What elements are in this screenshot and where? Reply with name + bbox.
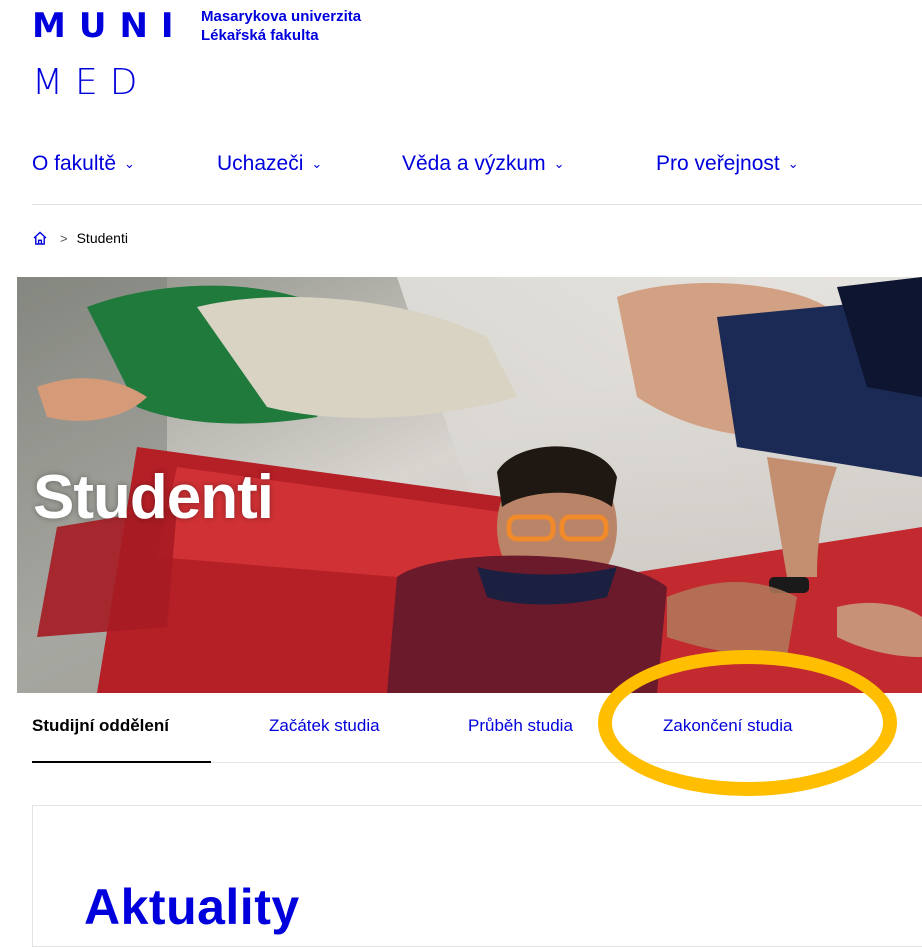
news-card: Aktuality: [32, 805, 922, 947]
logo-muni-wordmark: MUNI: [32, 6, 187, 46]
nav-item-o-fakulte[interactable]: O fakultě ⌄: [32, 152, 135, 176]
nav-item-label: Věda a výzkum: [402, 152, 546, 175]
logo-university-name: Masarykova univerzita: [201, 8, 362, 25]
logo-med-wordmark: MED: [32, 62, 150, 103]
nav-divider: [32, 204, 922, 205]
tab-zakonceni-studia[interactable]: Zakončení studia: [663, 716, 792, 736]
nav-item-label: Uchazeči: [217, 152, 304, 175]
main-navigation: O fakultě ⌄ Uchazeči ⌄ Věda a výzkum ⌄ Pro …: [32, 152, 922, 188]
section-title-aktuality: Aktuality: [84, 879, 300, 935]
section-tabs: Studijní oddělení Začátek studia Průběh …: [32, 716, 922, 764]
nav-item-label: O fakultě: [32, 152, 117, 175]
breadcrumb: > Studenti: [32, 230, 128, 246]
chevron-down-icon: ⌄: [787, 156, 799, 171]
tab-studijni-oddeleni[interactable]: Studijní oddělení: [32, 716, 169, 736]
nav-item-pro-verejnost[interactable]: Pro veřejnost ⌄: [656, 152, 799, 176]
active-tab-indicator: [32, 761, 211, 763]
nav-item-veda-a-vyzkum[interactable]: Věda a výzkum ⌄: [402, 152, 564, 176]
chevron-down-icon: ⌄: [311, 156, 323, 171]
nav-item-uchazeci[interactable]: Uchazeči ⌄: [217, 152, 322, 176]
chevron-down-icon: ⌄: [124, 156, 135, 171]
tab-prubeh-studia[interactable]: Průběh studia: [468, 716, 573, 736]
home-icon[interactable]: [32, 230, 48, 246]
breadcrumb-separator: >: [60, 230, 68, 246]
breadcrumb-current: Studenti: [76, 230, 128, 246]
logo-text: Masarykova univerzita Lékařská fakulta: [201, 7, 361, 45]
logo-faculty-name: Lékařská fakulta: [201, 27, 319, 44]
hero-title: Studenti: [33, 463, 274, 532]
hero-banner: Studenti: [17, 277, 922, 693]
tab-zacatek-studia[interactable]: Začátek studia: [269, 716, 380, 736]
nav-item-label: Pro veřejnost: [656, 152, 780, 175]
chevron-down-icon: ⌄: [553, 156, 565, 171]
